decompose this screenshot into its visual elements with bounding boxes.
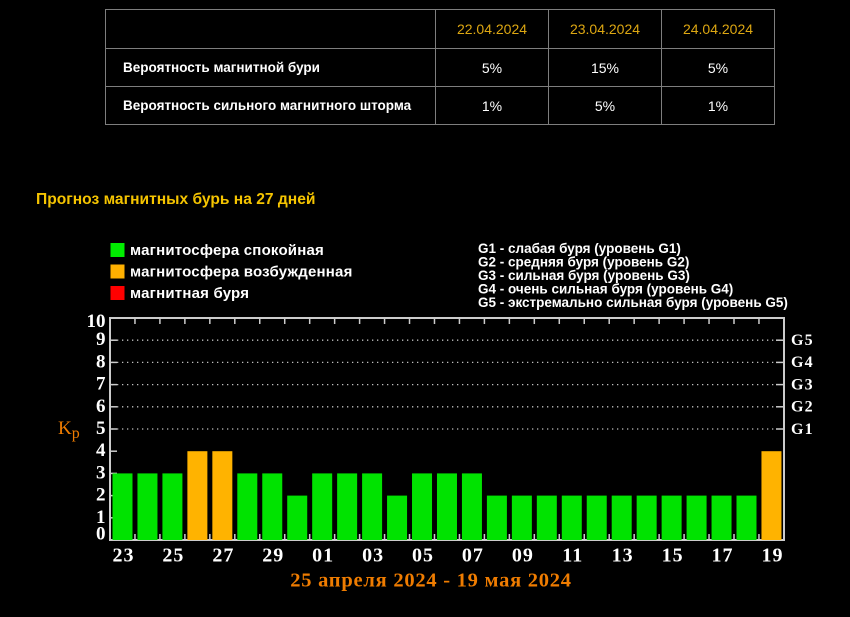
svg-text:магнитная буря: магнитная буря xyxy=(130,285,249,302)
svg-text:25: 25 xyxy=(162,545,184,567)
svg-text:03: 03 xyxy=(362,545,384,567)
svg-text:G4: G4 xyxy=(791,354,814,371)
svg-text:13: 13 xyxy=(612,545,634,567)
svg-text:01: 01 xyxy=(312,545,334,567)
svg-text:3: 3 xyxy=(96,462,106,483)
svg-text:25 апреля 2024 - 19 мая 2024: 25 апреля 2024 - 19 мая 2024 xyxy=(290,570,572,592)
svg-text:07: 07 xyxy=(462,545,484,567)
svg-text:6: 6 xyxy=(96,396,106,417)
svg-text:G1: G1 xyxy=(791,421,814,438)
svg-text:4: 4 xyxy=(96,440,106,461)
svg-text:29: 29 xyxy=(262,545,284,567)
svg-text:9: 9 xyxy=(96,329,106,350)
svg-text:магнитосфера возбужденная: магнитосфера возбужденная xyxy=(130,264,353,281)
svg-text:05: 05 xyxy=(412,545,434,567)
svg-text:09: 09 xyxy=(512,545,534,567)
svg-text:Kp: Kp xyxy=(58,418,80,442)
svg-text:G5: G5 xyxy=(791,332,814,349)
svg-text:19: 19 xyxy=(761,545,783,567)
svg-text:5: 5 xyxy=(96,418,106,439)
svg-text:17: 17 xyxy=(712,545,734,567)
svg-text:8: 8 xyxy=(96,351,106,372)
svg-text:23: 23 xyxy=(112,545,134,567)
svg-text:7: 7 xyxy=(96,374,106,395)
svg-text:G5 - экстремально сильная буря: G5 - экстремально сильная буря (уровень … xyxy=(478,295,788,310)
svg-text:G2: G2 xyxy=(791,399,814,416)
svg-text:27: 27 xyxy=(212,545,234,567)
svg-text:2: 2 xyxy=(96,485,106,506)
svg-text:15: 15 xyxy=(662,545,684,567)
svg-text:магнитосфера спокойная: магнитосфера спокойная xyxy=(130,242,324,259)
svg-text:1: 1 xyxy=(96,507,106,528)
svg-text:G3: G3 xyxy=(791,376,814,393)
svg-text:10: 10 xyxy=(87,311,106,332)
svg-text:11: 11 xyxy=(562,545,583,567)
